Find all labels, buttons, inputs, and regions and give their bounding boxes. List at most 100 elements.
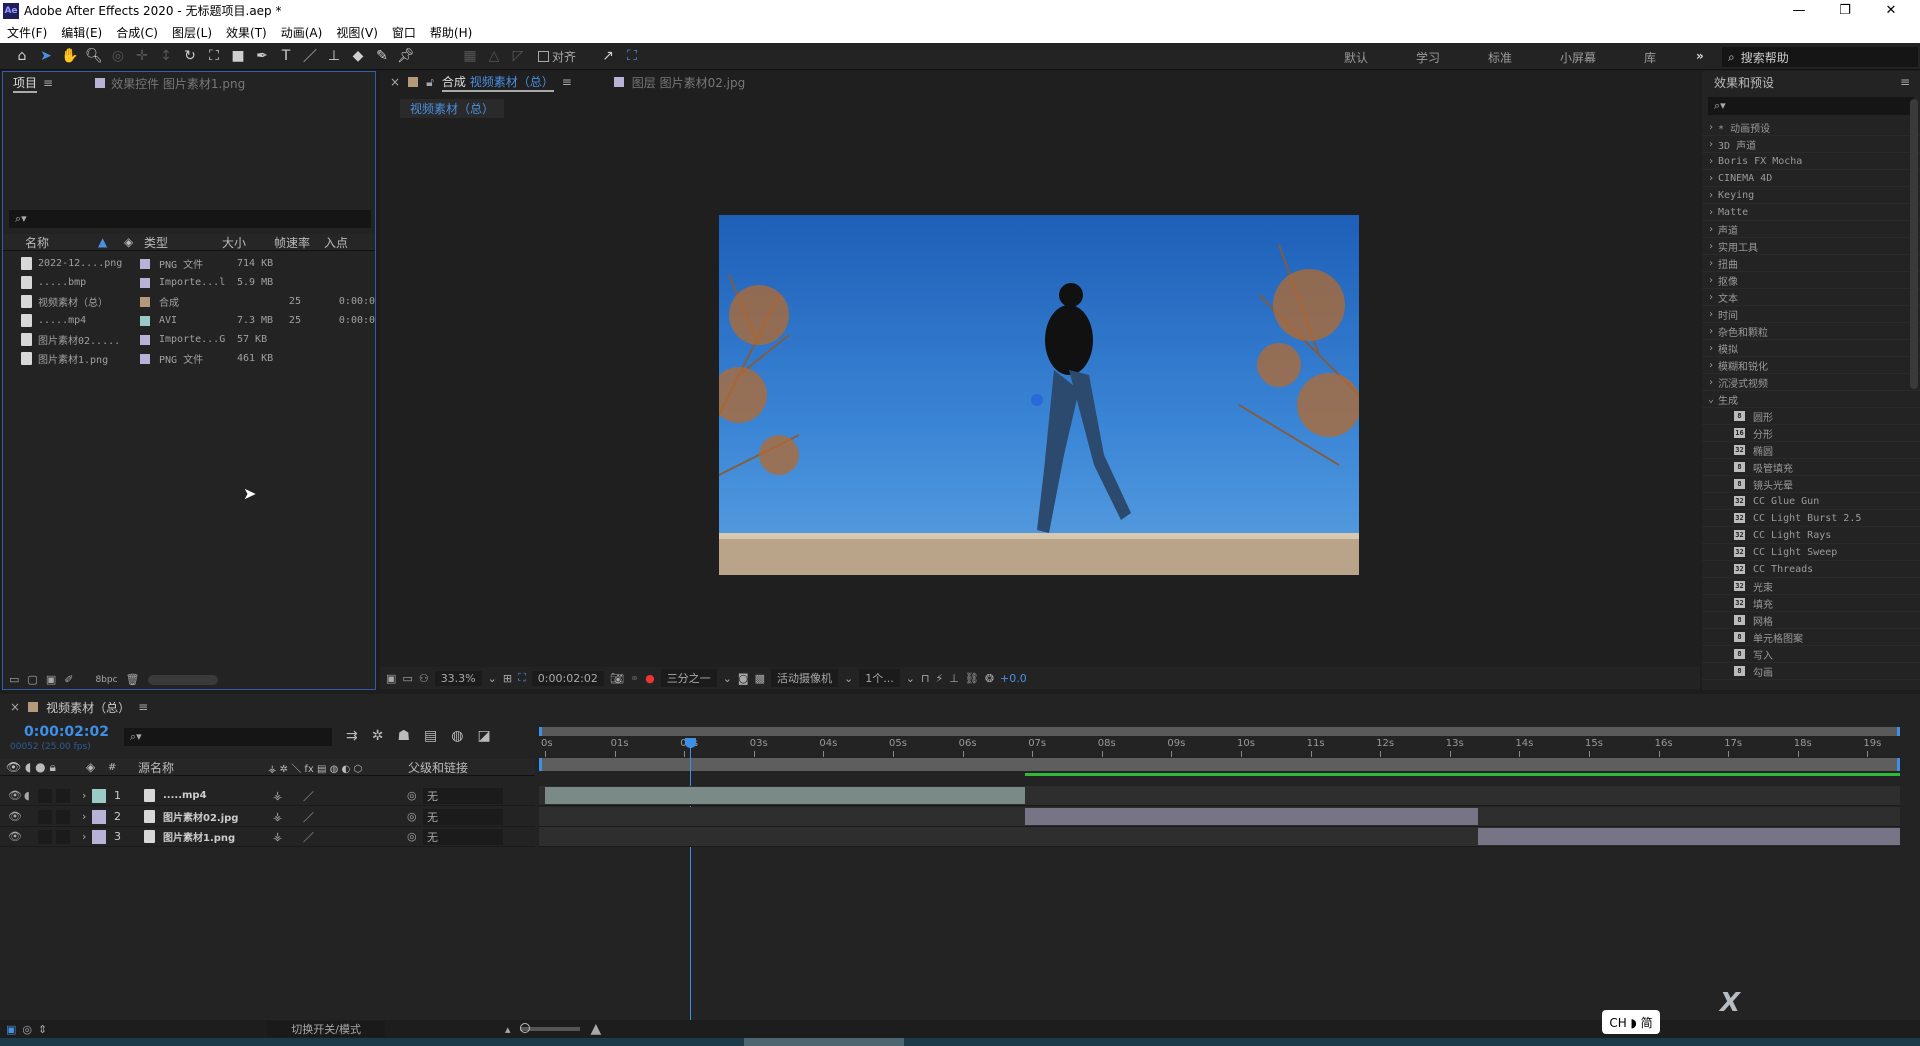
work-area-bar[interactable]: [539, 758, 1900, 771]
effect-category[interactable]: › Keying: [1702, 187, 1920, 204]
menu-item[interactable]: 帮助(H): [423, 24, 479, 41]
layer-name[interactable]: .....mp4: [163, 790, 273, 801]
project-item[interactable]: 图片素材02..... Importe...G 57 KB: [3, 330, 375, 349]
snap-grid-icon[interactable]: ⛶: [620, 45, 644, 67]
layer-duration-bar[interactable]: [1025, 808, 1478, 825]
lock-icon[interactable]: 🔓︎: [426, 75, 434, 90]
effect-category[interactable]: › * 动画预设: [1702, 119, 1920, 136]
snap-checkbox[interactable]: 对齐: [538, 48, 576, 65]
solo-switch[interactable]: [38, 809, 52, 824]
panel-menu-icon[interactable]: ≡: [43, 76, 53, 90]
snap-option-icon[interactable]: ↗: [596, 45, 620, 67]
expand-chevron-icon[interactable]: ›: [82, 789, 92, 802]
pickwhip-icon[interactable]: ◎: [407, 830, 423, 843]
layer-label-color[interactable]: [92, 788, 106, 803]
camera-dropdown[interactable]: 活动摄像机: [771, 669, 838, 687]
workspace-learn[interactable]: 学习: [1416, 49, 1440, 66]
label-swatch[interactable]: [140, 334, 150, 345]
effect-category[interactable]: › 抠像: [1702, 272, 1920, 289]
home-icon[interactable]: ⌂: [10, 45, 34, 67]
align3-icon[interactable]: ◸: [506, 45, 530, 67]
effect-category[interactable]: › 模拟: [1702, 340, 1920, 357]
help-search-input[interactable]: ⌕ 搜索帮助: [1722, 47, 1918, 67]
effect-category[interactable]: › 沉浸式视频: [1702, 374, 1920, 391]
effect-category-open[interactable]: ⌄ 生成: [1702, 391, 1920, 408]
align2-icon[interactable]: △: [482, 45, 506, 67]
trash-icon[interactable]: 🗑︎: [126, 673, 140, 686]
layer-duration-bar[interactable]: [545, 787, 1026, 804]
expand-chevron-icon[interactable]: ›: [82, 810, 92, 823]
effect-category[interactable]: › 时间: [1702, 306, 1920, 323]
col-in[interactable]: 入点: [324, 234, 348, 251]
effect-item[interactable]: 32 CC Light Sweep: [1702, 544, 1920, 561]
effect-category[interactable]: › 声道: [1702, 221, 1920, 238]
zoom-dropdown[interactable]: 33.3%: [434, 670, 482, 686]
effect-category[interactable]: › 模糊和锐化: [1702, 357, 1920, 374]
resolution-dropdown[interactable]: 三分之一: [660, 669, 717, 687]
mask-icon[interactable]: ⚇: [419, 672, 429, 685]
draft-3d-icon[interactable]: ✲: [372, 728, 384, 744]
effect-item[interactable]: 32 椭圆: [1702, 442, 1920, 459]
workspace-default[interactable]: 默认: [1344, 49, 1368, 66]
project-search-input[interactable]: ⌕▾: [9, 210, 371, 228]
menu-item[interactable]: 合成(C): [109, 24, 165, 41]
tab-layer[interactable]: 图层 图片素材02.jpg: [632, 74, 745, 91]
effect-category[interactable]: › 3D 声道: [1702, 136, 1920, 153]
label-tag-icon[interactable]: ◈: [124, 235, 144, 249]
zoom-tool-icon[interactable]: 🔍︎: [82, 45, 106, 67]
orbit-tool-icon[interactable]: ◎: [106, 45, 130, 67]
effects-search-input[interactable]: ⌕▾: [1708, 97, 1914, 115]
anchor-tool-icon[interactable]: ⛶: [202, 45, 226, 67]
reset-exposure-icon[interactable]: ❂: [985, 672, 994, 685]
fast-preview-icon[interactable]: ⚡: [936, 672, 944, 685]
layer-name[interactable]: 图片素材02.jpg: [163, 809, 273, 824]
visibility-eye-icon[interactable]: 👁︎: [8, 789, 24, 802]
tab-timeline-comp[interactable]: 视频素材（总）: [46, 699, 130, 716]
effect-item[interactable]: 16 分形: [1702, 425, 1920, 442]
timeline-icon[interactable]: ⊥: [949, 672, 959, 685]
col-source-name[interactable]: 源名称: [138, 759, 268, 776]
quality-switch-icon[interactable]: ／: [303, 829, 407, 845]
timecode-display[interactable]: 0:00:02:02: [24, 724, 109, 740]
lock-switch[interactable]: [56, 829, 70, 844]
rotate-tool-icon[interactable]: ↻: [178, 45, 202, 67]
effect-category[interactable]: › Boris FX Mocha: [1702, 153, 1920, 170]
effect-item[interactable]: 8 勾画: [1702, 663, 1920, 680]
shy-switch-icon[interactable]: ⚶: [273, 789, 303, 802]
effect-item[interactable]: 32 填充: [1702, 595, 1920, 612]
menu-item[interactable]: 视图(V): [329, 24, 385, 41]
pan-tool-icon[interactable]: ✛: [130, 45, 154, 67]
close-tab-icon[interactable]: ×: [390, 75, 400, 89]
layer-switches-toggle-icon[interactable]: ▣: [6, 1023, 16, 1036]
panel-menu-icon[interactable]: ≡: [1900, 75, 1910, 89]
layer-row[interactable]: 👁︎ ◖ › 1 .....mp4 ⚶ ／ ◎ 无: [0, 786, 535, 806]
minimize-button[interactable]: —: [1776, 0, 1822, 21]
playhead[interactable]: [684, 738, 696, 1020]
eraser-tool-icon[interactable]: ◆: [346, 45, 370, 67]
toggle-pixel-icon[interactable]: ⊓: [921, 672, 930, 685]
layer-label-color[interactable]: [92, 829, 106, 844]
effect-category[interactable]: › 杂色和颗粒: [1702, 323, 1920, 340]
stamp-tool-icon[interactable]: ⊥: [322, 45, 346, 67]
flowchart-icon[interactable]: ⛓: [965, 672, 979, 685]
settings-icon[interactable]: ✐: [64, 673, 73, 686]
tab-composition[interactable]: 合成 视频素材（总）: [441, 73, 554, 92]
puppet-tool-icon[interactable]: 📌︎: [394, 45, 418, 67]
label-swatch[interactable]: [140, 258, 150, 269]
exposure-value[interactable]: +0.0: [1000, 672, 1027, 685]
project-item[interactable]: 图片素材1.png PNG 文件 461 KB: [3, 349, 375, 368]
in-out-icon[interactable]: ⇕: [38, 1023, 47, 1036]
project-item[interactable]: 2022-12....png PNG 文件 714 KB: [3, 254, 375, 273]
quality-switch-icon[interactable]: ／: [303, 788, 407, 804]
workspace-library[interactable]: 库: [1644, 49, 1656, 66]
pickwhip-icon[interactable]: ◎: [407, 810, 423, 823]
channel-icon[interactable]: ●: [645, 672, 655, 685]
transparency-grid-icon[interactable]: ⛶: [518, 671, 526, 685]
region-of-interest-icon[interactable]: ◙: [738, 672, 749, 685]
col-parent[interactable]: 父级和链接: [408, 759, 468, 776]
effect-item[interactable]: 32 CC Glue Gun: [1702, 493, 1920, 510]
effect-item[interactable]: 32 光束: [1702, 578, 1920, 595]
timeline-search-input[interactable]: ⌕▾: [124, 728, 332, 746]
solo-switch[interactable]: [38, 788, 52, 803]
visibility-eye-icon[interactable]: 👁︎: [8, 830, 24, 843]
